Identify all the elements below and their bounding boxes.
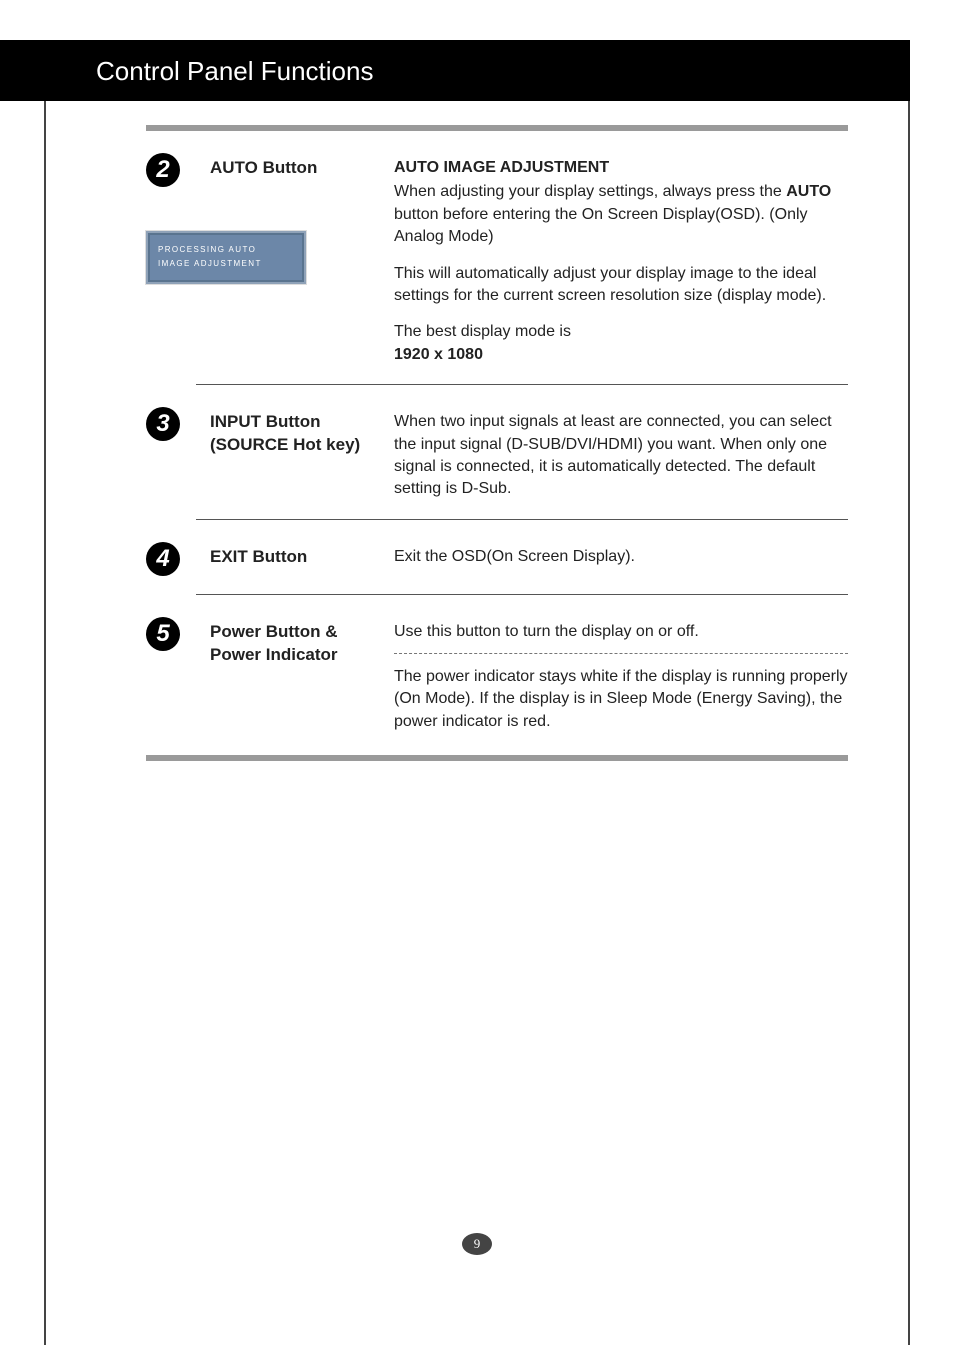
page-number: 9 — [462, 1233, 492, 1255]
osd-text-line: PROCESSING AUTO — [158, 243, 294, 257]
function-description: Exit the OSD(On Screen Display). — [394, 542, 848, 568]
divider-thin — [196, 384, 848, 385]
number-badge-icon: 5 — [146, 617, 180, 651]
section-header: Control Panel Functions — [0, 40, 910, 101]
manual-page: Control Panel Functions 2 PROCESSING AUT… — [44, 40, 910, 1345]
number-badge-icon: 2 — [146, 153, 180, 187]
function-description: AUTO IMAGE ADJUSTMENT When adjusting you… — [394, 153, 848, 366]
function-label: Power Button & Power Indicator — [210, 617, 378, 667]
number-column: 2 PROCESSING AUTO IMAGE ADJUSTMENT — [146, 153, 194, 284]
function-label: AUTO Button — [210, 153, 378, 180]
description-heading: AUTO IMAGE ADJUSTMENT — [394, 157, 848, 179]
description-paragraph: When adjusting your display settings, al… — [394, 181, 848, 248]
function-label: EXIT Button — [210, 542, 378, 569]
divider-thin — [196, 594, 848, 595]
number-column: 5 — [146, 617, 194, 651]
description-paragraph: The best display mode is — [394, 321, 848, 343]
function-row-auto: 2 PROCESSING AUTO IMAGE ADJUSTMENT AUTO … — [146, 153, 848, 366]
description-line: Use this button to turn the display on o… — [394, 621, 848, 643]
number-badge-icon: 3 — [146, 407, 180, 441]
divider-dashed — [394, 653, 848, 654]
text-bold: AUTO — [786, 183, 831, 200]
text-fragment: button before entering the On Screen Dis… — [394, 206, 808, 245]
content-area: 2 PROCESSING AUTO IMAGE ADJUSTMENT AUTO … — [46, 125, 908, 761]
function-description: Use this button to turn the display on o… — [394, 617, 848, 734]
divider-thin — [196, 519, 848, 520]
function-row-input: 3 INPUT Button (SOURCE Hot key) When two… — [146, 407, 848, 501]
label-line: Power Button & — [210, 621, 378, 644]
label-line: INPUT Button — [210, 411, 378, 434]
resolution-value: 1920 x 1080 — [394, 344, 848, 366]
number-column: 4 — [146, 542, 194, 576]
function-description: When two input signals at least are conn… — [394, 407, 848, 501]
number-column: 3 — [146, 407, 194, 441]
label-line: Power Indicator — [210, 644, 378, 667]
osd-text-line: IMAGE ADJUSTMENT — [158, 257, 294, 271]
divider-thick — [146, 125, 848, 131]
function-row-power: 5 Power Button & Power Indicator Use thi… — [146, 617, 848, 734]
osd-preview-box: PROCESSING AUTO IMAGE ADJUSTMENT — [146, 231, 306, 284]
label-line: (SOURCE Hot key) — [210, 434, 378, 457]
divider-thick — [146, 755, 848, 761]
page-number-badge: 9 — [462, 1233, 492, 1255]
number-badge-icon: 4 — [146, 542, 180, 576]
text-fragment: When adjusting your display settings, al… — [394, 183, 786, 200]
function-label: INPUT Button (SOURCE Hot key) — [210, 407, 378, 457]
function-row-exit: 4 EXIT Button Exit the OSD(On Screen Dis… — [146, 542, 848, 576]
section-title: Control Panel Functions — [96, 56, 373, 86]
description-paragraph: This will automatically adjust your disp… — [394, 263, 848, 308]
description-line: The power indicator stays white if the d… — [394, 666, 848, 733]
